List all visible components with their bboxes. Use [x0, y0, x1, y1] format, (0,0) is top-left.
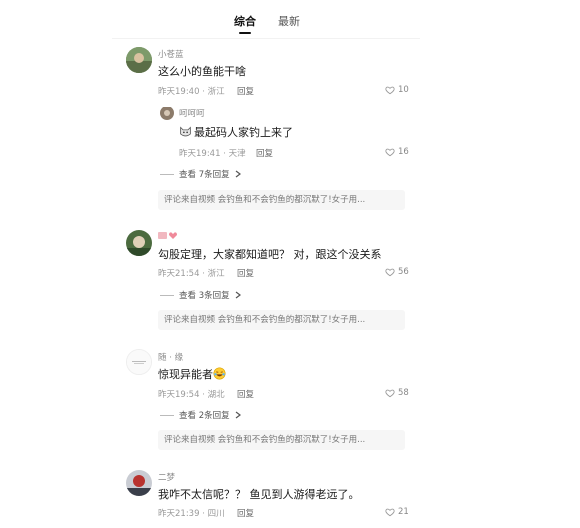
reply-button[interactable]: 回复: [237, 388, 254, 400]
avatar[interactable]: [126, 230, 152, 256]
divider-dash: [160, 173, 174, 175]
view-replies-label: 查看 2条回复: [179, 411, 230, 421]
reply-avatar[interactable]: [160, 106, 174, 120]
avatar[interactable]: [126, 470, 152, 496]
reply-button[interactable]: 回复: [256, 147, 273, 159]
comment-text-content: 惊现异能者: [158, 368, 213, 381]
comment-username[interactable]: 小苍蓝: [158, 48, 184, 60]
comment-username[interactable]: 二梦: [158, 471, 175, 483]
tab-latest[interactable]: 最新: [278, 13, 300, 29]
laughing-emoji-icon: [213, 367, 226, 380]
heart-outline-icon: [385, 86, 395, 95]
view-replies-button[interactable]: 查看 7条回复: [160, 168, 241, 180]
reply-button[interactable]: 回复: [237, 267, 254, 279]
view-replies-label: 查看 3条回复: [179, 291, 230, 301]
like-count: 16: [398, 147, 409, 157]
avatar-image: [127, 350, 151, 374]
chevron-right-icon: [235, 291, 241, 299]
divider-dash: [160, 414, 174, 416]
view-replies-label: 查看 7条回复: [179, 170, 230, 180]
reply-text-content: 最起码人家钓上来了: [194, 126, 293, 139]
tabs-divider: [112, 38, 420, 39]
view-replies-button[interactable]: 查看 3条回复: [160, 289, 241, 301]
like-count: 21: [398, 507, 409, 517]
active-tab-indicator: [239, 32, 251, 34]
avatar-image: [126, 470, 152, 496]
like-button[interactable]: 21: [385, 507, 409, 517]
like-button[interactable]: 16: [385, 147, 409, 157]
video-source-link[interactable]: 评论来自视频 会钓鱼和不会钓鱼的都沉默了!女子用...: [158, 430, 405, 450]
reply-text: 最起码人家钓上来了: [179, 124, 293, 140]
tab-bar: 综合 最新: [112, 8, 420, 34]
comment-time-location: 昨天19:40 · 浙江: [158, 87, 225, 97]
like-count: 58: [398, 388, 409, 398]
avatar-image: [126, 47, 152, 73]
avatar-image: [160, 107, 174, 120]
comment-panel: 综合 最新 小苍蓝 这么小的鱼能干啥 昨天19:40 · 浙江 回复 10 呵呵…: [112, 0, 420, 528]
heart-outline-icon: [385, 148, 395, 157]
heart-outline-icon: [385, 508, 395, 517]
chevron-right-icon: [235, 411, 241, 419]
view-replies-button[interactable]: 查看 2条回复: [160, 409, 241, 421]
chevron-right-icon: [235, 170, 241, 178]
reply-time-location: 昨天19:41 · 天津: [179, 149, 246, 159]
like-button[interactable]: 56: [385, 267, 409, 277]
reply-button[interactable]: 回复: [237, 507, 254, 519]
comment-time-location: 昨天21:54 · 浙江: [158, 269, 225, 279]
video-source-link[interactable]: 评论来自视频 会钓鱼和不会钓鱼的都沉默了!女子用...: [158, 190, 405, 210]
reply-button[interactable]: 回复: [237, 85, 254, 97]
like-count: 56: [398, 267, 409, 277]
comment-time-location: 昨天19:54 · 湖北: [158, 390, 225, 400]
reply-username[interactable]: 呵呵呵: [179, 107, 205, 119]
avatar[interactable]: [126, 349, 152, 375]
comment-text: 惊现异能者: [158, 366, 228, 382]
like-button[interactable]: 58: [385, 388, 409, 398]
username-emoji-icon: [158, 232, 177, 239]
heart-outline-icon: [385, 268, 395, 277]
divider-dash: [160, 294, 174, 296]
heart-outline-icon: [385, 389, 395, 398]
comment-text: 勾股定理，大家都知道吧？ 对，跟这个没关系: [158, 248, 382, 261]
avatar-image: [126, 230, 152, 256]
comment-text: 这么小的鱼能干啥: [158, 65, 246, 78]
like-count: 10: [398, 85, 409, 95]
tab-comprehensive[interactable]: 综合: [234, 13, 256, 29]
video-source-link[interactable]: 评论来自视频 会钓鱼和不会钓鱼的都沉默了!女子用...: [158, 310, 405, 330]
cat-face-emoji-icon: [180, 126, 191, 137]
comment-username[interactable]: 随 · 缘: [158, 351, 183, 363]
like-button[interactable]: 10: [385, 85, 409, 95]
comment-text: 我咋不太信呢？？ 鱼见到人游得老远了。: [158, 488, 360, 501]
avatar[interactable]: [126, 47, 152, 73]
comment-username[interactable]: [158, 231, 180, 243]
comment-time-location: 昨天21:39 · 四川: [158, 509, 225, 519]
